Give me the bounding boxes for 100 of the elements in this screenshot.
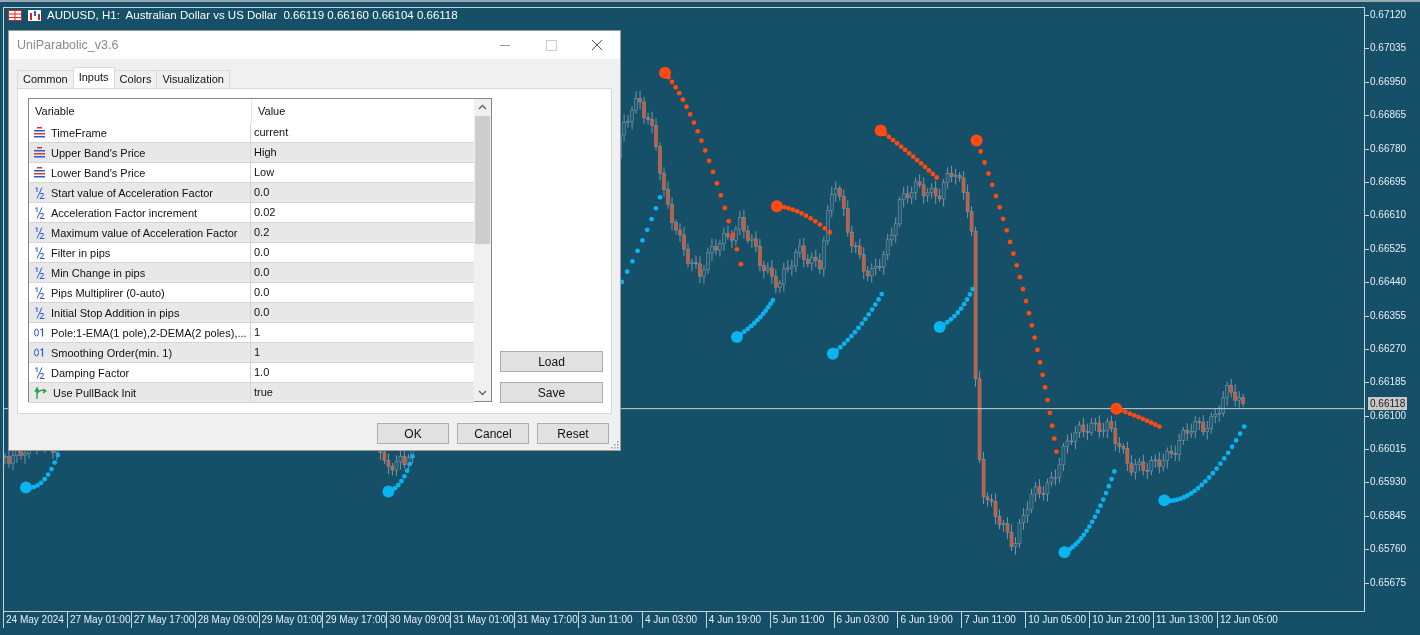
variable-cell: Use PullBack Init	[53, 386, 137, 399]
scrollbar[interactable]	[474, 99, 491, 401]
variable-cell: Smoothing Order(min. 1)	[51, 346, 173, 359]
time-label: 27 May 01:00	[66, 612, 131, 628]
list-icon	[34, 127, 45, 138]
time-label: 28 May 09:00	[194, 612, 259, 628]
fraction-icon	[34, 286, 45, 299]
time-label: 5 Jun 11:00	[769, 612, 825, 628]
value-cell-text: 0.0	[253, 265, 271, 280]
price-label: 0.65760	[1365, 541, 1407, 575]
dialog-button[interactable]: Reset	[537, 423, 609, 444]
value-cell-text: 0.2	[253, 225, 271, 240]
price-label: 0.66950	[1365, 73, 1407, 108]
current-price-label: 0.66118	[1368, 397, 1408, 410]
fraction-icon	[34, 306, 45, 319]
variable-cell: Upper Band's Price	[51, 146, 146, 159]
value-cell-text: true	[253, 385, 274, 400]
time-label: 3 Jun 11:00	[578, 612, 633, 628]
price-label: 0.66525	[1365, 240, 1407, 275]
time-label: 10 Jun 21:00	[1089, 612, 1150, 628]
value-cell-text: 0.0	[253, 185, 271, 200]
time-label: 30 May 09:00	[386, 612, 450, 628]
value-cell-text: High	[253, 145, 278, 160]
fraction-icon	[34, 226, 45, 239]
parabolic-dot-series	[826, 291, 885, 360]
value-cell-text: 0.0	[253, 285, 271, 300]
fraction-icon	[34, 206, 45, 219]
time-label: 12 Jun 05:00	[1216, 612, 1278, 628]
parabolic-dot-series	[382, 454, 415, 498]
chart-icon	[28, 9, 41, 21]
dialog-title: UniParabolic_v3.6	[17, 38, 120, 52]
variable-cell: Initial Stop Addition in pips	[51, 306, 180, 319]
price-label: 0.66440	[1365, 274, 1407, 308]
time-label: 27 May 17:00	[130, 612, 195, 628]
parabolic-dot-series	[874, 124, 939, 180]
scrollbar-thumb[interactable]	[475, 116, 490, 244]
variable-cell: Damping Factor	[51, 366, 130, 379]
time-label: 31 May 01:00	[450, 612, 514, 628]
price-label: 0.65675	[1365, 574, 1407, 609]
price-label: 0.67120	[1365, 7, 1407, 41]
variable-cell: Acceleration Factor increment	[51, 206, 198, 219]
time-label: 24 May 2024	[3, 612, 64, 628]
price-label: 0.66695	[1365, 173, 1407, 208]
variable-cell: Pole:1-EMA(1 pole),2-DEMA(2 poles),...	[51, 326, 247, 339]
time-label: 31 May 17:00	[514, 612, 578, 628]
dialog-button[interactable]: OK	[377, 423, 449, 444]
price-label: 0.67035	[1365, 40, 1407, 74]
value-cell-text: 0.02	[253, 205, 277, 220]
time-label: 7 Jun 11:00	[961, 612, 1016, 628]
price-label: 0.65845	[1365, 507, 1407, 542]
value-cell-text: Low	[253, 165, 276, 180]
value-cell-text: 1.0	[253, 365, 271, 380]
integer-icon	[34, 348, 45, 357]
tab[interactable]: Common	[17, 70, 74, 88]
list-icon	[34, 167, 45, 178]
time-label: 4 Jun 03:00	[641, 612, 698, 628]
variable-cell: Lower Band's Price	[51, 166, 146, 179]
variable-cell: Start value of Acceleration Factor	[51, 186, 214, 199]
time-label: 6 Jun 19:00	[897, 612, 953, 628]
time-label: 6 Jun 03:00	[833, 612, 889, 628]
variable-cell: Pips Multiplirer (0-auto)	[51, 286, 165, 299]
variable-cell: Min Change in pips	[51, 266, 146, 279]
fraction-icon	[34, 246, 45, 259]
time-label: 11 Jun 13:00	[1153, 612, 1214, 628]
variable-cell: Filter in pips	[51, 246, 111, 259]
fraction-icon	[34, 186, 45, 199]
price-label: 0.66865	[1365, 107, 1407, 141]
side-button[interactable]: Save	[500, 382, 603, 403]
side-button[interactable]: Load	[500, 351, 603, 372]
price-label: 0.66780	[1365, 140, 1407, 174]
price-label: 0.66355	[1365, 307, 1407, 341]
parabolic-dot-series	[770, 200, 833, 235]
fraction-icon	[34, 266, 45, 279]
value-cell-text: 0.0	[253, 305, 271, 320]
list-icon	[34, 147, 45, 158]
price-label: 0.65930	[1365, 474, 1407, 508]
price-label: 0.66015	[1365, 441, 1407, 475]
price-label: 0.66100	[1365, 407, 1407, 442]
fraction-icon	[34, 366, 45, 379]
integer-icon	[34, 328, 45, 337]
chart-title: AUDUSD, H1: Australian Dollar vs US Dollar 0.66119 0.66160 0.66104 0.66118	[47, 9, 458, 21]
value-cell-text: 1	[253, 345, 262, 360]
price-label: 0.66610	[1365, 207, 1407, 241]
column-header: Variable	[34, 104, 76, 119]
parabolic-dot-series	[730, 297, 776, 343]
value-cell-text: 1	[253, 325, 262, 340]
time-label: 29 May 01:00	[258, 612, 323, 628]
time-label: 4 Jun 19:00	[705, 612, 762, 628]
value-cell-text: current	[253, 125, 290, 140]
arrow-icon	[34, 386, 47, 399]
resize-grip-icon[interactable]	[609, 439, 619, 449]
tab[interactable]: Inputs	[72, 67, 115, 88]
dialog-button[interactable]: Cancel	[457, 423, 529, 444]
value-cell-text: 0.0	[253, 245, 271, 260]
variable-cell: Maximum value of Acceleration Factor	[51, 226, 238, 239]
table-icon	[8, 9, 22, 21]
price-label: 0.66270	[1365, 340, 1407, 375]
tab[interactable]: Visualization	[156, 70, 230, 88]
variable-cell: TimeFrame	[51, 126, 107, 139]
time-label: 10 Jun 05:00	[1025, 612, 1087, 628]
